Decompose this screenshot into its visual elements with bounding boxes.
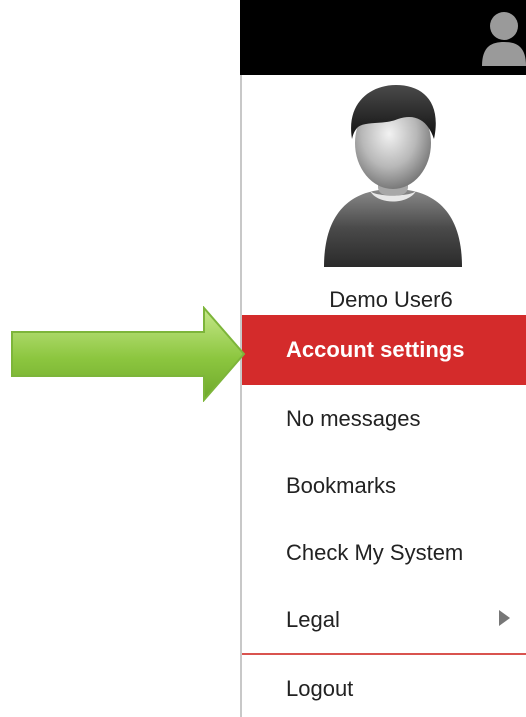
user-avatar-icon [324, 85, 462, 267]
menu-item-label: Logout [286, 676, 354, 701]
menu-item-label: Legal [286, 607, 340, 632]
screen: Demo User6 Account settings No messages … [0, 0, 526, 717]
menu-item-legal[interactable]: Legal [242, 586, 526, 653]
user-dropdown-panel: Demo User6 Account settings No messages … [240, 75, 526, 717]
menu-item-messages[interactable]: No messages [242, 385, 526, 452]
menu-item-check-my-system[interactable]: Check My System [242, 519, 526, 586]
menu-item-label: Check My System [286, 540, 464, 565]
menu-item-bookmarks[interactable]: Bookmarks [242, 452, 526, 519]
caret-right-icon [499, 610, 510, 626]
user-name: Demo User6 [329, 287, 453, 312]
menu-item-label: Account settings [286, 337, 465, 362]
menu-item-label: No messages [286, 406, 421, 431]
green-arrow-icon [11, 306, 246, 402]
user-menu: Account settings No messages Bookmarks C… [242, 315, 526, 717]
menu-item-account-settings[interactable]: Account settings [242, 315, 526, 385]
menu-item-logout[interactable]: Logout [242, 653, 526, 717]
user-silhouette-icon[interactable] [478, 8, 526, 66]
menu-item-label: Bookmarks [286, 473, 397, 498]
top-navbar [240, 0, 526, 75]
